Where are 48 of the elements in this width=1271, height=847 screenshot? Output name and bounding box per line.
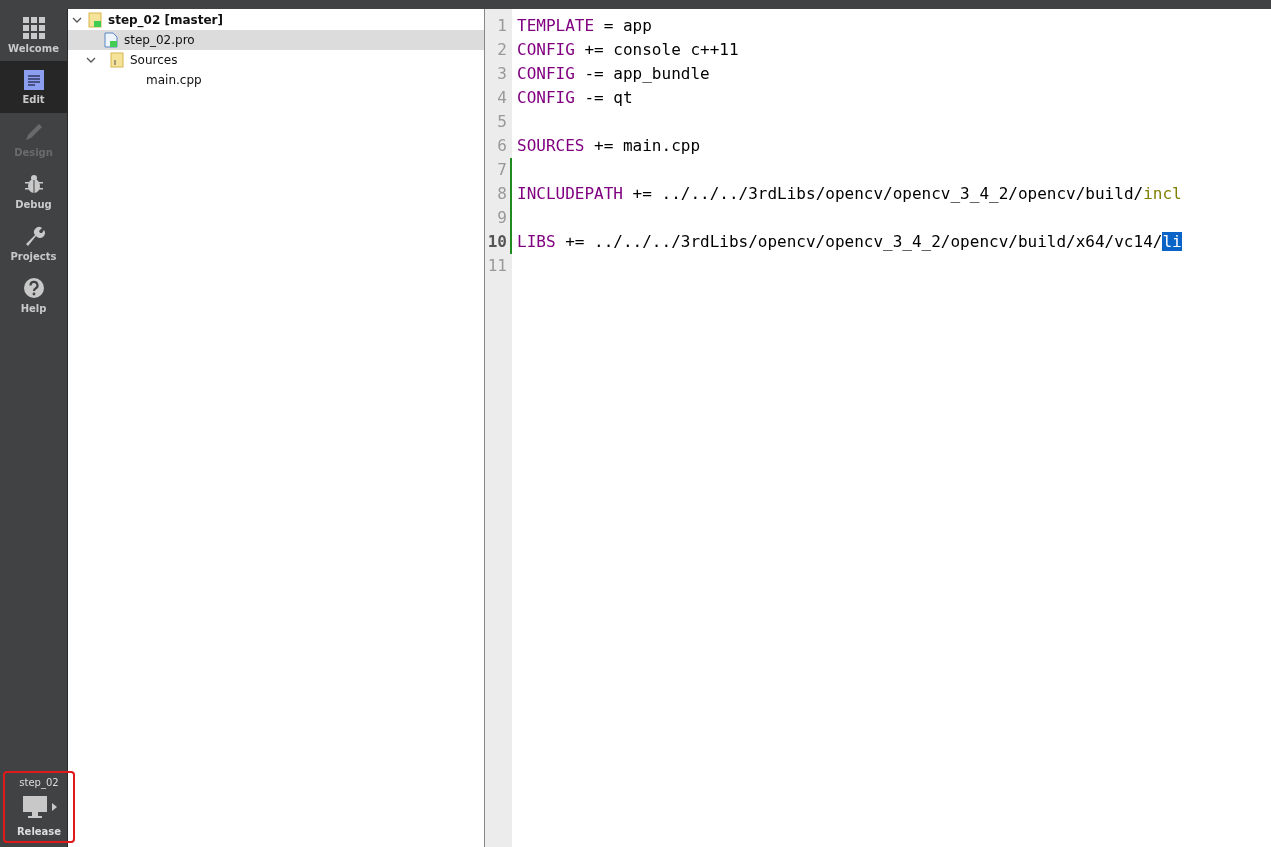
line-number: 4 (496, 87, 508, 109)
tree-item[interactable]: Sources (68, 50, 484, 70)
folder-icon (88, 12, 102, 28)
code-keyword: TEMPLATE (517, 16, 595, 35)
code-keyword: CONFIG (517, 64, 575, 83)
tree-item[interactable]: step_02.pro (68, 30, 484, 50)
code-keyword: LIBS (517, 232, 556, 251)
code-text: -= qt (583, 88, 633, 107)
code-keyword: SOURCES (517, 136, 585, 155)
line-number: 6 (496, 135, 508, 157)
line-number: 2 (496, 39, 508, 61)
line-number: 8 (485, 182, 512, 206)
line-number: 1 (496, 15, 508, 37)
help-icon (22, 276, 45, 299)
line-number: 5 (496, 111, 508, 133)
bug-icon (22, 172, 45, 195)
line-number: 9 (485, 206, 512, 230)
grid-icon (22, 16, 45, 39)
document-icon (23, 69, 44, 90)
kit-selector[interactable]: step_02 Release (3, 771, 75, 843)
line-number: 10 (485, 230, 512, 254)
code-text: = app (602, 16, 652, 35)
mode-button[interactable]: Debug (0, 165, 67, 217)
mode-button[interactable]: Projects (0, 217, 67, 269)
code-keyword: INCLUDEPATH (517, 184, 623, 203)
monitor-icon (21, 795, 48, 819)
code-text: += console c++11 (583, 40, 739, 59)
selected-text: li (1162, 232, 1182, 251)
code-text: += ../../../3rdLibs/opencv/opencv_3_4_2/opencv/build/x64/vc14/ (564, 232, 1163, 251)
code-text: += ../../../3rdLibs/opencv/opencv_3_4_2/opencv/build/ (631, 184, 1144, 203)
mode-button[interactable]: Welcome (0, 9, 67, 61)
chevron-icon (86, 56, 96, 64)
line-number: 7 (485, 158, 512, 182)
mode-button[interactable]: Help (0, 269, 67, 321)
tree-item[interactable]: step_02 [master] (68, 10, 484, 30)
code-text: += main.cpp (593, 136, 701, 155)
file-icon (104, 32, 118, 48)
line-number: 11 (486, 255, 508, 277)
line-number: 3 (496, 63, 508, 85)
mode-button[interactable]: Edit (0, 61, 67, 113)
code-keyword: CONFIG (517, 40, 575, 59)
chevron-icon (72, 16, 82, 24)
folder-icon (110, 52, 124, 68)
caret-icon (51, 803, 57, 811)
tree-item[interactable]: main.cpp (68, 70, 484, 90)
code-text: incl (1143, 184, 1182, 203)
code-text: -= app_bundle (583, 64, 710, 83)
code-keyword: CONFIG (517, 88, 575, 107)
